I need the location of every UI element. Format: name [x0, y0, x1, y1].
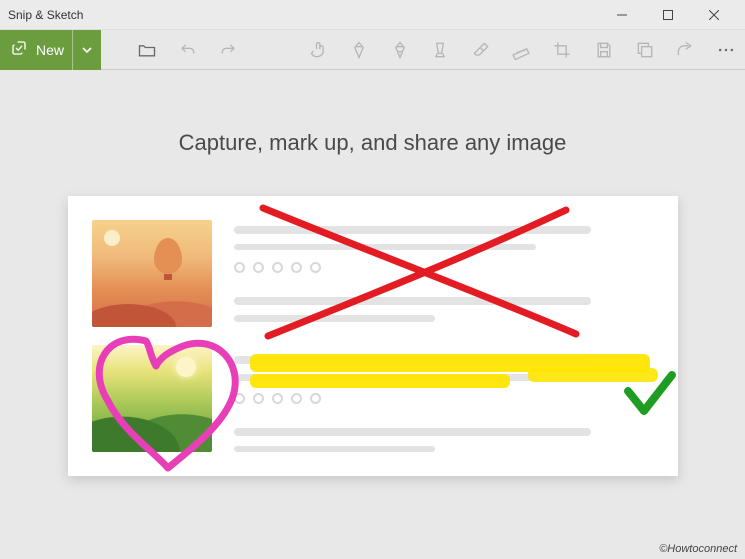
- titlebar: Snip & Sketch: [0, 0, 745, 30]
- more-button[interactable]: [707, 30, 745, 70]
- app-title: Snip & Sketch: [8, 8, 83, 22]
- redo-button[interactable]: [209, 30, 247, 70]
- crop-button[interactable]: [543, 30, 581, 70]
- open-file-button[interactable]: [128, 30, 166, 70]
- crop-icon: [552, 40, 572, 60]
- thumbnail-desert: [92, 220, 212, 327]
- minimize-button[interactable]: [599, 0, 645, 30]
- copy-icon: [635, 40, 655, 60]
- highlighter-button[interactable]: [421, 30, 459, 70]
- pencil-button[interactable]: [381, 30, 419, 70]
- placeholder-text-block: [234, 220, 654, 452]
- app-window: Snip & Sketch New: [0, 0, 745, 559]
- window-controls: [599, 0, 737, 30]
- share-button[interactable]: [666, 30, 704, 70]
- touch-writing-button[interactable]: [300, 30, 338, 70]
- more-icon: [716, 40, 736, 60]
- save-icon: [594, 40, 614, 60]
- watermark: ©Howtoconnect: [659, 543, 737, 555]
- ruler-icon: [511, 40, 531, 60]
- pencil-icon: [390, 40, 410, 60]
- touch-writing-icon: [309, 40, 329, 60]
- copy-button[interactable]: [626, 30, 664, 70]
- welcome-headline: Capture, mark up, and share any image: [179, 130, 567, 156]
- highlighter-icon: [430, 40, 450, 60]
- snip-icon: [10, 39, 28, 60]
- ruler-button[interactable]: [502, 30, 540, 70]
- eraser-icon: [471, 40, 491, 60]
- undo-button[interactable]: [169, 30, 207, 70]
- chevron-down-icon: [81, 44, 93, 56]
- open-icon: [137, 40, 157, 60]
- undo-icon: [178, 40, 198, 60]
- new-snip-button[interactable]: New: [0, 30, 101, 70]
- share-icon: [675, 40, 695, 60]
- maximize-button[interactable]: [645, 0, 691, 30]
- close-button[interactable]: [691, 0, 737, 30]
- toolbar: New: [0, 30, 745, 70]
- redo-icon: [218, 40, 238, 60]
- thumbnail-hills: [92, 345, 212, 452]
- hero-illustration: [68, 196, 678, 476]
- new-button-label: New: [36, 42, 64, 58]
- save-button[interactable]: [585, 30, 623, 70]
- canvas-area: Capture, mark up, and share any image: [0, 70, 745, 559]
- eraser-button[interactable]: [462, 30, 500, 70]
- ballpoint-pen-icon: [349, 40, 369, 60]
- new-dropdown-toggle[interactable]: [72, 30, 93, 70]
- ballpoint-pen-button[interactable]: [340, 30, 378, 70]
